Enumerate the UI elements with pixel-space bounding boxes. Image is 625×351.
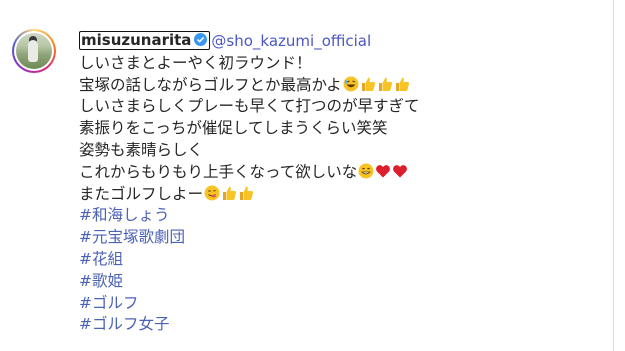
caption-line-4: 素振りをこっちが催促してしまうくらい笑笑 bbox=[79, 119, 388, 138]
thumbs-up-emoji bbox=[221, 185, 237, 201]
username[interactable]: misuzunarita bbox=[81, 31, 191, 49]
caption-line-1: しいさまとよーやく初ラウンド！ bbox=[79, 53, 312, 72]
rolling-laughing-emoji bbox=[343, 76, 359, 92]
thumbs-up-emoji bbox=[238, 185, 254, 201]
caption-line-6: これからもりもり上手くなって欲しいな bbox=[79, 162, 605, 184]
thumbs-up-emoji bbox=[377, 76, 393, 92]
caption-line-7: またゴルフしよー bbox=[79, 184, 605, 206]
hashtag-link[interactable]: #ゴルフ bbox=[79, 293, 605, 315]
hashtag-link[interactable]: #元宝塚歌劇団 bbox=[79, 227, 605, 249]
hashtag-link[interactable]: #和海しょう bbox=[79, 205, 605, 227]
thumbs-up-emoji bbox=[394, 76, 410, 92]
mention-link[interactable]: @sho_kazumi_official bbox=[211, 32, 371, 50]
caption-line-2: 宝塚の話しながらゴルフとか最高かよ bbox=[79, 75, 605, 97]
hashtag-link[interactable]: #ゴルフ女子 bbox=[79, 314, 605, 336]
caption-line-3: しいさまらしくプレーも早くて打つのが早すぎて bbox=[79, 97, 420, 116]
caption-line-5: 姿勢も素晴らしく bbox=[79, 140, 204, 159]
red-heart-emoji bbox=[375, 163, 391, 179]
post-caption: misuzunarita @sho_kazumi_official しいさまとよー… bbox=[79, 31, 605, 336]
hashtag-link[interactable]: #花組 bbox=[79, 249, 605, 271]
username-link[interactable]: misuzunarita bbox=[79, 31, 211, 50]
user-avatar[interactable] bbox=[12, 29, 56, 73]
savoring-food-emoji bbox=[204, 185, 220, 201]
caption-header: misuzunarita @sho_kazumi_official bbox=[79, 31, 605, 53]
red-heart-emoji bbox=[392, 163, 408, 179]
thumbs-up-emoji bbox=[360, 76, 376, 92]
hashtag-link[interactable]: #歌姫 bbox=[79, 271, 605, 293]
panel-divider bbox=[613, 0, 614, 351]
verified-badge-icon bbox=[194, 33, 208, 46]
grinning-emoji bbox=[358, 163, 374, 179]
avatar-photo bbox=[16, 33, 52, 69]
